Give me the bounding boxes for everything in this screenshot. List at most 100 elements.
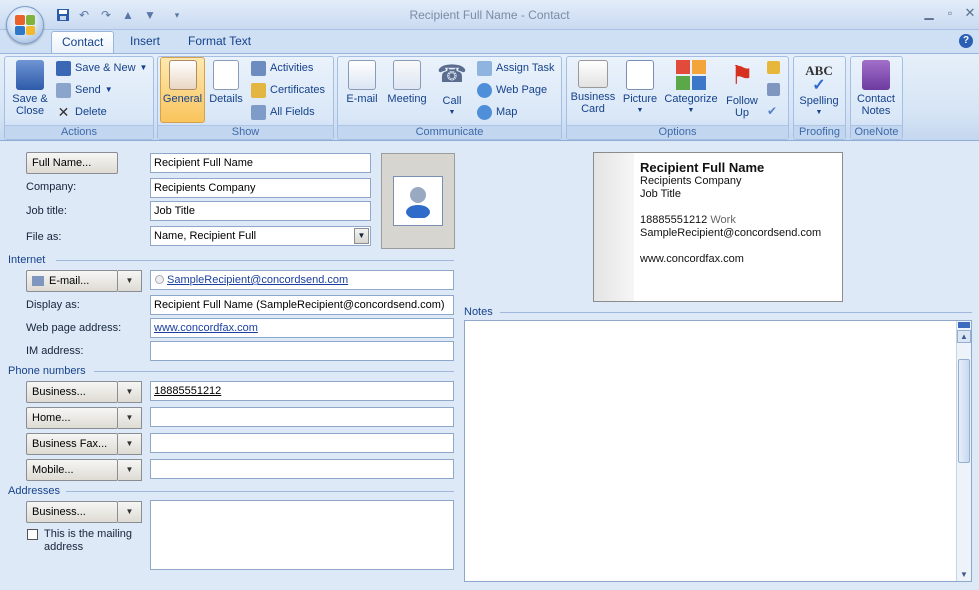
save-new-button[interactable]: Save & New ▼ bbox=[56, 59, 147, 77]
home-phone-field[interactable] bbox=[150, 407, 454, 427]
mailing-address-label: This is the mailing address bbox=[44, 528, 133, 553]
internet-section-label: Internet bbox=[8, 254, 46, 266]
follow-up-button[interactable]: ⚑ Follow Up bbox=[722, 60, 762, 119]
spelling-abc-icon: ABC ✓ bbox=[805, 63, 833, 94]
mailing-address-checkbox[interactable] bbox=[27, 529, 38, 540]
web-page-button[interactable]: Web Page bbox=[477, 81, 547, 99]
categorize-button[interactable]: Categorize ▼ bbox=[662, 60, 720, 117]
email-field[interactable]: SampleRecipient@concordsend.com bbox=[150, 270, 454, 290]
file-as-dropdown-icon[interactable]: ▼ bbox=[354, 228, 369, 244]
meeting-button[interactable]: Meeting bbox=[384, 60, 430, 105]
email-button[interactable]: E-mail... bbox=[26, 270, 118, 292]
picture-icon bbox=[626, 60, 654, 90]
addresses-section-divider bbox=[66, 491, 454, 492]
home-phone-dropdown-icon[interactable]: ▼ bbox=[118, 407, 142, 429]
all-fields-icon bbox=[251, 104, 266, 120]
web-page-icon bbox=[477, 82, 492, 98]
card-phone-line: 18885551212 Work bbox=[640, 214, 736, 226]
private-lock-icon[interactable] bbox=[767, 61, 780, 74]
address-type-dropdown-icon[interactable]: ▼ bbox=[118, 501, 142, 523]
job-title-field[interactable]: Job Title bbox=[150, 201, 371, 221]
group-label-proofing: Proofing bbox=[794, 125, 845, 139]
address-book-icon[interactable] bbox=[767, 83, 780, 96]
scroll-up-icon[interactable]: ▲ bbox=[957, 330, 971, 343]
full-name-button[interactable]: Full Name... bbox=[26, 152, 118, 174]
contact-notes-button[interactable]: Contact Notes bbox=[852, 60, 900, 117]
general-button[interactable]: General bbox=[160, 60, 205, 105]
assign-task-button[interactable]: Assign Task bbox=[477, 59, 555, 77]
categorize-icon bbox=[676, 60, 706, 90]
email-ribbon-button[interactable]: E-mail bbox=[342, 60, 382, 105]
window-title: Recipient Full Name - Contact bbox=[409, 8, 570, 22]
save-close-button[interactable]: Save & Close bbox=[8, 60, 52, 117]
business-phone-dropdown-icon[interactable]: ▼ bbox=[118, 381, 142, 403]
spelling-button[interactable]: ABC ✓ Spelling ▼ bbox=[795, 60, 843, 119]
minimize-icon[interactable]: ▁ bbox=[921, 6, 937, 22]
mobile-phone-button[interactable]: Mobile... bbox=[26, 459, 118, 481]
business-phone-button[interactable]: Business... bbox=[26, 381, 118, 403]
company-field[interactable]: Recipients Company bbox=[150, 178, 371, 198]
call-button[interactable]: ☎ Call ▼ bbox=[434, 60, 470, 119]
card-web: www.concordfax.com bbox=[640, 253, 744, 265]
map-icon bbox=[477, 104, 492, 120]
details-icon bbox=[213, 60, 239, 90]
tab-insert[interactable]: Insert bbox=[120, 31, 170, 53]
email-dropdown-icon[interactable]: ▼ bbox=[118, 270, 142, 292]
notes-section-divider bbox=[500, 312, 972, 313]
scrollbar-split-icon[interactable] bbox=[958, 322, 970, 328]
tab-contact[interactable]: Contact bbox=[51, 31, 115, 53]
general-icon bbox=[168, 60, 197, 90]
business-fax-dropdown-icon[interactable]: ▼ bbox=[118, 433, 142, 455]
address-type-button[interactable]: Business... bbox=[26, 501, 118, 523]
picture-button[interactable]: Picture ▼ bbox=[620, 60, 660, 117]
im-address-field[interactable] bbox=[150, 341, 454, 361]
details-button[interactable]: Details bbox=[206, 60, 246, 105]
mobile-phone-dropdown-icon[interactable]: ▼ bbox=[118, 459, 142, 481]
group-label-options: Options bbox=[567, 125, 788, 139]
email-address-book-icon bbox=[32, 276, 44, 287]
home-phone-button[interactable]: Home... bbox=[26, 407, 118, 429]
tab-format-text[interactable]: Format Text bbox=[178, 31, 261, 53]
send-button[interactable]: Send ▼ bbox=[56, 81, 113, 99]
close-icon[interactable]: ✕ bbox=[962, 6, 978, 22]
business-card-preview[interactable]: Recipient Full Name Recipients Company J… bbox=[593, 152, 843, 302]
scroll-down-icon[interactable]: ▼ bbox=[957, 568, 971, 581]
business-fax-field[interactable] bbox=[150, 433, 454, 453]
map-button[interactable]: Map bbox=[477, 103, 517, 121]
scrollbar-thumb[interactable] bbox=[958, 359, 970, 463]
help-icon[interactable]: ? bbox=[959, 34, 973, 48]
address-field[interactable] bbox=[150, 500, 454, 570]
phone-section-label: Phone numbers bbox=[8, 365, 86, 377]
phone-icon: ☎ bbox=[437, 61, 467, 88]
addresses-section-label: Addresses bbox=[8, 485, 60, 497]
mobile-phone-field[interactable] bbox=[150, 459, 454, 479]
group-label-actions: Actions bbox=[5, 125, 153, 139]
onenote-icon bbox=[862, 60, 890, 90]
card-phone-type: Work bbox=[710, 214, 736, 226]
group-label-onenote: OneNote bbox=[851, 125, 902, 139]
notes-textarea[interactable] bbox=[464, 320, 972, 582]
business-phone-field[interactable]: 18885551212 bbox=[150, 381, 454, 401]
full-name-field[interactable]: Recipient Full Name bbox=[150, 153, 371, 173]
display-as-label: Display as: bbox=[26, 299, 80, 311]
job-title-label: Job title: bbox=[26, 205, 67, 217]
contact-picture-placeholder bbox=[393, 176, 443, 226]
delete-button[interactable]: ✕ Delete bbox=[56, 103, 107, 121]
display-as-field[interactable]: Recipient Full Name (SampleRecipient@con… bbox=[150, 295, 454, 315]
group-label-show: Show bbox=[158, 125, 333, 139]
card-job-title: Job Title bbox=[640, 188, 681, 200]
file-as-select[interactable]: Name, Recipient Full bbox=[150, 226, 371, 246]
office-button[interactable] bbox=[6, 6, 44, 44]
business-card-button[interactable]: Business Card bbox=[570, 60, 616, 115]
assign-task-icon bbox=[477, 60, 492, 76]
activities-button[interactable]: Activities bbox=[251, 59, 313, 77]
check-names-icon[interactable]: ✔ bbox=[767, 105, 780, 118]
certificates-button[interactable]: Certificates bbox=[251, 81, 325, 99]
business-fax-button[interactable]: Business Fax... bbox=[26, 433, 118, 455]
save-close-icon bbox=[16, 60, 44, 90]
all-fields-button[interactable]: All Fields bbox=[251, 103, 315, 121]
notes-scrollbar[interactable]: ▲ ▼ bbox=[956, 321, 971, 581]
contact-picture-button[interactable] bbox=[381, 153, 455, 249]
maximize-icon[interactable]: ▫ bbox=[942, 6, 958, 22]
web-page-field[interactable]: www.concordfax.com bbox=[150, 318, 454, 338]
